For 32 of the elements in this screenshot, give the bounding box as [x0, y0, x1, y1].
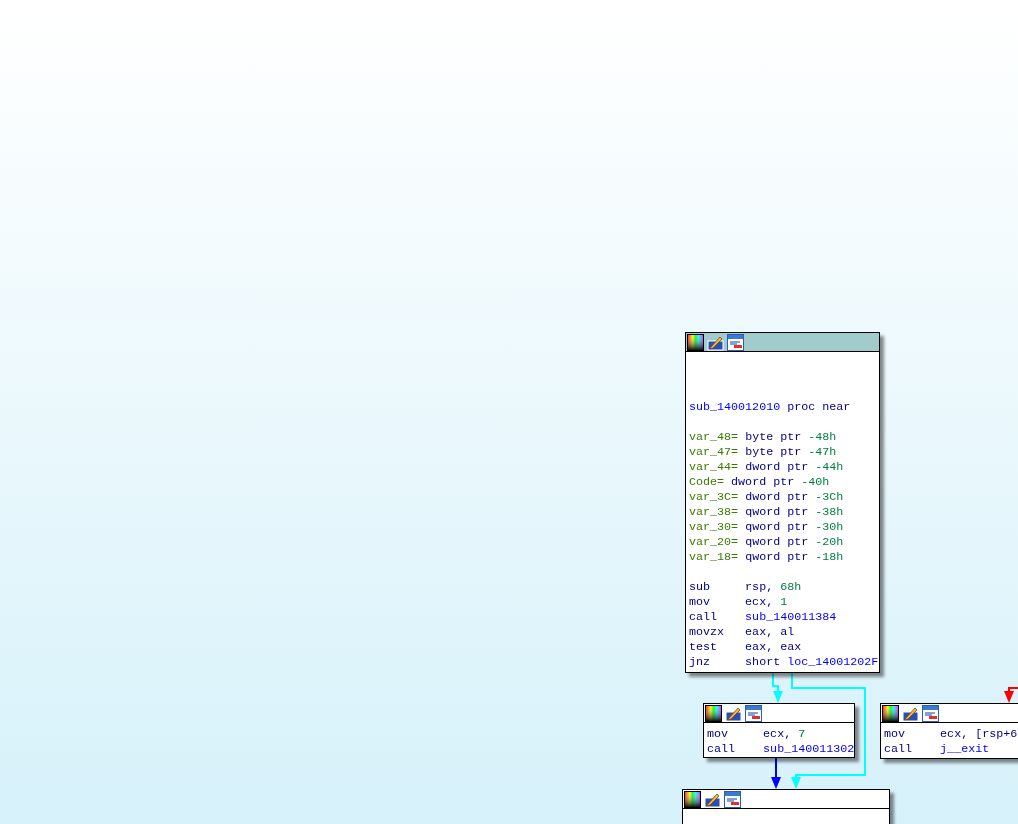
- code-line: test eax, eax: [689, 640, 802, 655]
- code-line: mov ecx, [rsp+6: [884, 727, 1018, 742]
- palette-icon[interactable]: [687, 334, 704, 351]
- window-icon[interactable]: [727, 334, 744, 351]
- code-line: var_47= byte ptr -47h: [689, 445, 837, 460]
- code-line: call sub_140011302: [707, 742, 855, 757]
- code-line: mov ecx, 7: [707, 727, 806, 742]
- code-line: Code= dword ptr -40h: [689, 475, 830, 490]
- palette-icon[interactable]: [882, 705, 899, 722]
- code-line: var_3C= dword ptr -3Ch: [689, 490, 844, 505]
- palette-icon[interactable]: [684, 791, 701, 808]
- window-icon[interactable]: [724, 791, 741, 808]
- code-line: call sub_140011384: [689, 610, 837, 625]
- pencil-icon[interactable]: [902, 705, 919, 722]
- code-line: movzx eax, al: [689, 625, 795, 640]
- code-line: mov ecx, 1: [689, 595, 788, 610]
- code-line: var_44= dword ptr -44h: [689, 460, 844, 475]
- code-line: var_30= qword ptr -30h: [689, 520, 844, 535]
- window-icon[interactable]: [922, 705, 939, 722]
- code-line: sub_140012010 proc near: [689, 400, 851, 415]
- code-line: var_48= byte ptr -48h: [689, 430, 837, 445]
- pencil-icon[interactable]: [707, 334, 724, 351]
- code-line: var_18= qword ptr -18h: [689, 550, 844, 565]
- code-line: jnz short loc_14001202F: [689, 655, 879, 670]
- window-icon[interactable]: [745, 705, 762, 722]
- pencil-icon[interactable]: [704, 791, 721, 808]
- code-line: var_20= qword ptr -20h: [689, 535, 844, 550]
- code-line: call j__exit: [884, 742, 990, 757]
- pencil-icon[interactable]: [725, 705, 742, 722]
- palette-icon[interactable]: [705, 705, 722, 722]
- code-line: sub rsp, 68h: [689, 580, 802, 595]
- code-line: var_38= qword ptr -38h: [689, 505, 844, 520]
